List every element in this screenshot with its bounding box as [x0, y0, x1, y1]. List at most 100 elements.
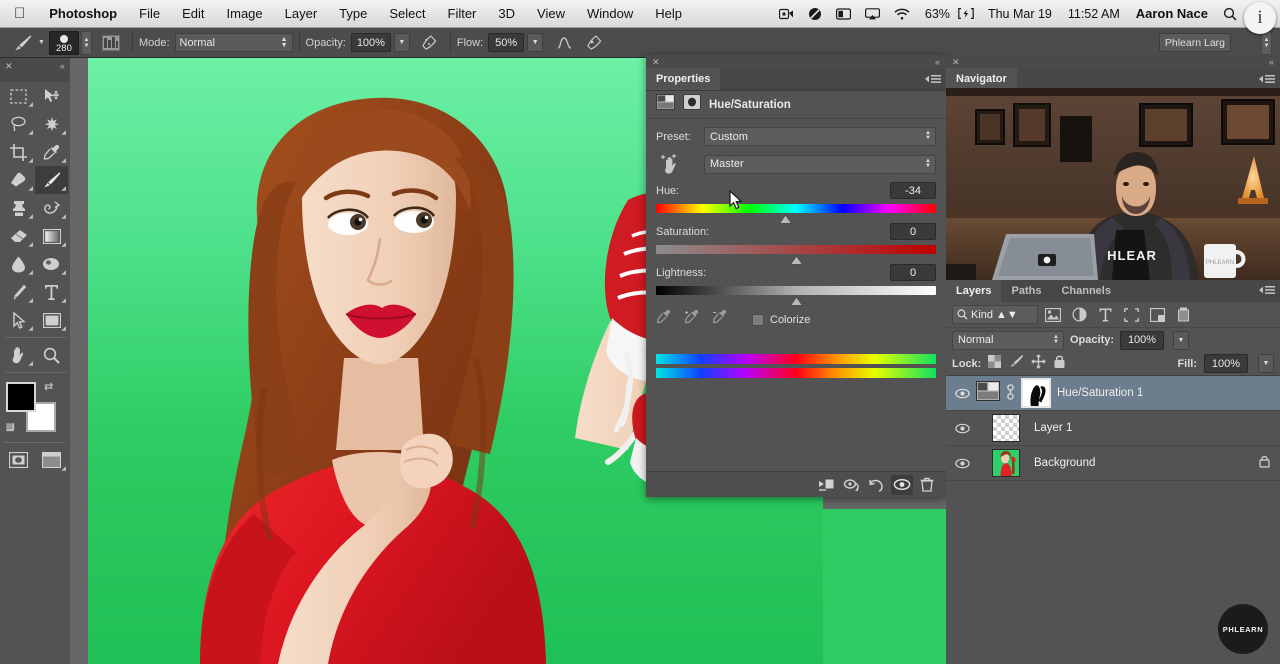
menu-window[interactable]: Window — [576, 6, 644, 21]
airplay-icon[interactable] — [858, 8, 887, 20]
layer-blend-mode-select[interactable]: Normal ▲▼ — [952, 331, 1064, 350]
eyedropper-icon[interactable] — [656, 309, 672, 330]
preset-select[interactable]: Custom ▲▼ — [704, 127, 936, 146]
collapse-panel-icon[interactable]: « — [60, 61, 65, 71]
battery-percent[interactable]: 63% — [917, 7, 958, 21]
brush-panel-icon[interactable] — [100, 33, 122, 53]
tab-layers[interactable]: Layers — [946, 280, 1001, 302]
default-colors-icon[interactable] — [6, 423, 19, 436]
filter-smart-object-icon[interactable] — [1146, 305, 1168, 325]
layer-row-layer-1[interactable]: Layer 1 — [946, 411, 1280, 446]
tool-brush-tool[interactable]: ◢ — [35, 166, 68, 194]
menu-select[interactable]: Select — [378, 6, 436, 21]
fill-dropdown-button[interactable]: ▼ — [1258, 354, 1274, 373]
spectrum-bar-upper[interactable] — [656, 354, 936, 364]
battery-charging-icon[interactable] — [958, 8, 980, 19]
screen-record-icon[interactable] — [772, 8, 801, 20]
filter-type-icon[interactable] — [1094, 305, 1116, 325]
layer-name[interactable]: Hue/Saturation 1 — [1057, 387, 1143, 399]
swap-colors-icon[interactable]: ⇄ — [44, 380, 53, 393]
tablet-pressure-icon[interactable] — [583, 33, 605, 53]
reset-icon[interactable] — [866, 475, 888, 495]
foreground-color-swatch[interactable] — [6, 382, 36, 412]
tool-history-brush-tool[interactable]: ◢ — [35, 194, 68, 222]
menu-layer[interactable]: Layer — [274, 6, 329, 21]
display-icon[interactable] — [829, 8, 858, 20]
saturation-slider[interactable] — [656, 245, 936, 254]
saturation-slider-thumb[interactable] — [790, 252, 803, 261]
tool-eyedropper-tool[interactable]: ◢ — [35, 138, 68, 166]
airbrush-icon[interactable] — [418, 33, 440, 53]
menu-type[interactable]: Type — [328, 6, 378, 21]
colorize-checkbox[interactable] — [752, 314, 764, 326]
lightness-value[interactable]: 0 — [890, 264, 936, 281]
tool-gradient-tool[interactable]: ◢ — [35, 222, 68, 250]
channel-select[interactable]: Master ▲▼ — [704, 155, 936, 174]
spectrum-bar-lower[interactable] — [656, 368, 936, 378]
lightness-slider-thumb[interactable] — [790, 293, 803, 302]
targeted-adjustment-tool-icon[interactable] — [656, 154, 704, 174]
panel-menu-icon[interactable] — [1259, 285, 1275, 295]
menu-filter[interactable]: Filter — [437, 6, 488, 21]
hue-value[interactable]: -34 — [890, 182, 936, 199]
filter-pixel-icon[interactable] — [1042, 305, 1064, 325]
tools-palette-grip[interactable] — [0, 74, 70, 82]
tool-clone-stamp-tool[interactable]: ◢ — [2, 194, 35, 222]
tab-channels[interactable]: Channels — [1051, 280, 1121, 302]
close-icon[interactable]: ✕ — [652, 57, 660, 68]
collapse-panel-icon[interactable]: « — [1269, 57, 1274, 67]
menubar-time[interactable]: 11:52 AM — [1060, 7, 1128, 21]
eyedropper-subtract-icon[interactable] — [712, 309, 728, 330]
hue-saturation-adjustment-icon[interactable] — [976, 381, 1000, 406]
quick-mask-icon[interactable] — [2, 446, 35, 474]
filter-toggle-icon[interactable] — [1172, 305, 1194, 325]
apple-logo-icon[interactable]:  — [0, 6, 38, 21]
brush-size-stepper[interactable]: ▲▼ — [81, 31, 92, 55]
menu-photoshop[interactable]: Photoshop — [38, 6, 128, 21]
tool-dodge-tool[interactable]: ◢ — [35, 250, 68, 278]
tool-pen-tool[interactable]: ◢ — [2, 278, 35, 306]
tool-eraser-tool[interactable]: ◢ — [2, 222, 35, 250]
lock-image-pixels-icon[interactable] — [1008, 354, 1024, 373]
panel-menu-icon[interactable] — [925, 74, 941, 84]
close-icon[interactable]: ✕ — [5, 61, 13, 72]
tool-rectangle-tool[interactable]: ◢ — [35, 306, 68, 334]
colorize-checkbox-group[interactable]: Colorize — [752, 314, 810, 326]
layer-mask-thumbnail[interactable] — [1021, 378, 1051, 408]
filter-shape-icon[interactable] — [1120, 305, 1142, 325]
hue-slider-thumb[interactable] — [779, 211, 792, 220]
clip-to-layer-icon[interactable] — [816, 475, 838, 495]
layer-filter-kind-select[interactable]: Kind ▲▼ — [952, 305, 1038, 324]
tool-blur-tool[interactable]: ◢ — [2, 250, 35, 278]
filter-adjustment-icon[interactable] — [1068, 305, 1090, 325]
brush-tool-icon[interactable] — [10, 33, 36, 53]
smoothing-icon[interactable] — [553, 33, 575, 53]
tool-lasso-tool[interactable]: ◢ — [2, 110, 35, 138]
saturation-value[interactable]: 0 — [890, 223, 936, 240]
layer-visibility-toggle[interactable] — [954, 388, 970, 399]
menu-image[interactable]: Image — [216, 6, 274, 21]
workspace-stepper[interactable]: ▲▼ — [1261, 31, 1272, 55]
hue-slider[interactable] — [656, 204, 936, 213]
lock-transparent-pixels-icon[interactable] — [988, 355, 1001, 373]
layer-thumbnail[interactable] — [992, 414, 1020, 442]
tool-crop-tool[interactable]: ◢ — [2, 138, 35, 166]
panel-menu-icon[interactable] — [1259, 74, 1275, 84]
screen-mode-icon[interactable]: ◢ — [35, 446, 68, 474]
previous-state-icon[interactable] — [841, 475, 863, 495]
menubar-date[interactable]: Thu Mar 19 — [980, 7, 1060, 21]
layer-opacity-dropdown-button[interactable]: ▼ — [1173, 331, 1189, 350]
menu-help[interactable]: Help — [644, 6, 693, 21]
tab-properties[interactable]: Properties — [646, 68, 720, 90]
eyedropper-add-icon[interactable] — [684, 309, 700, 330]
blend-mode-select[interactable]: Normal ▲▼ — [175, 33, 293, 52]
navigator-preview[interactable]: HLEAR — [946, 88, 1280, 280]
fill-value[interactable]: 100% — [1204, 354, 1248, 373]
tool-zoom-tool[interactable] — [35, 341, 68, 369]
layer-name[interactable]: Background — [1034, 457, 1095, 469]
layer-row-background[interactable]: Background — [946, 446, 1280, 481]
lock-all-icon[interactable] — [1053, 354, 1066, 374]
tool-type-tool[interactable]: ◢ — [35, 278, 68, 306]
tool-path-selection-tool[interactable]: ◢ — [2, 306, 35, 334]
opacity-value[interactable]: 100% — [351, 33, 391, 52]
